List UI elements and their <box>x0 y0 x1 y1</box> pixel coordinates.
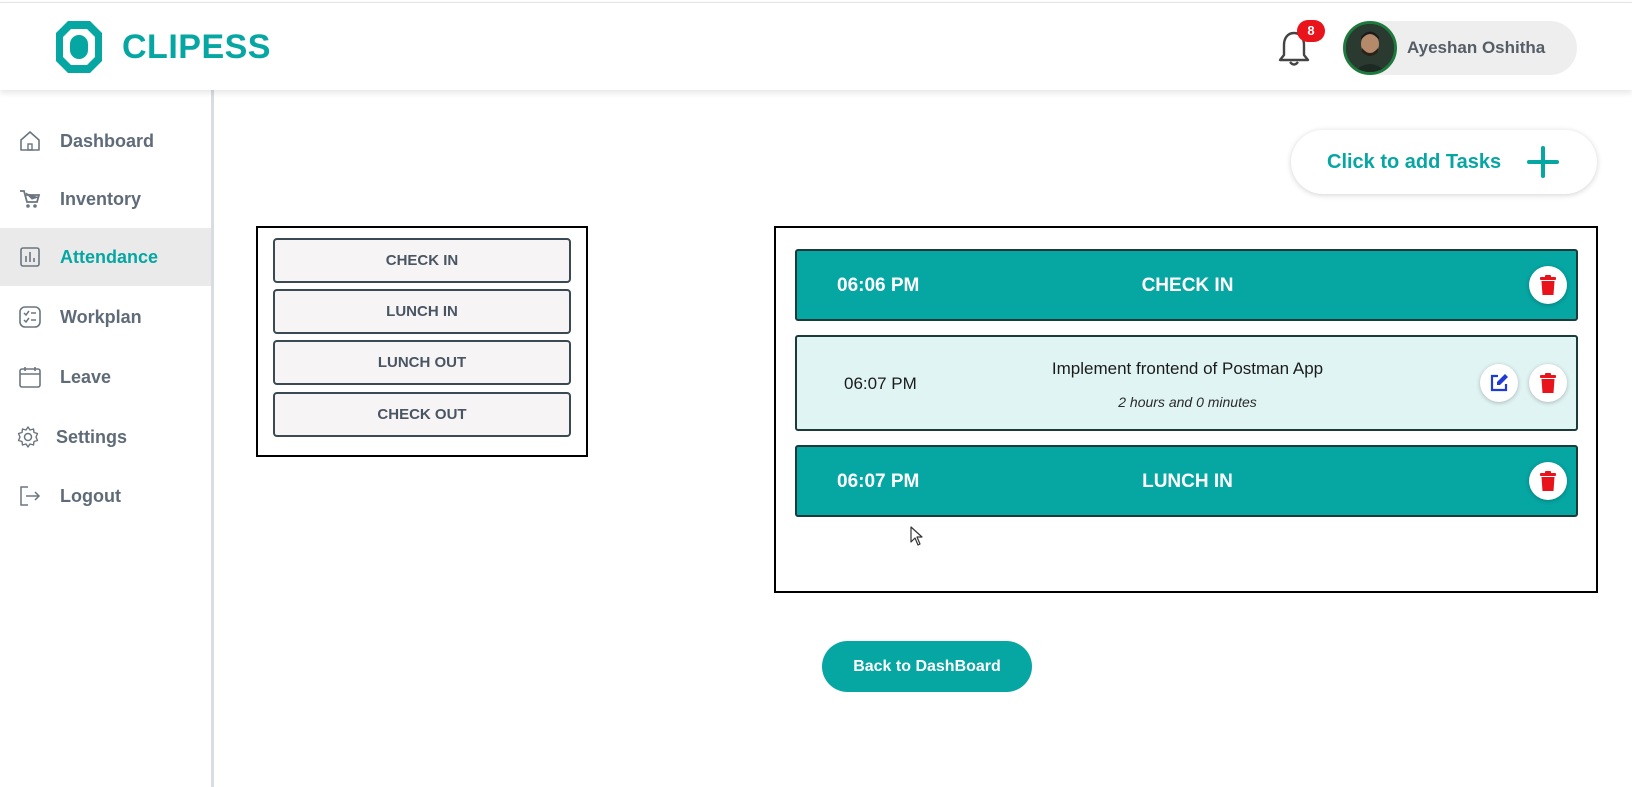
add-task-button[interactable]: Click to add Tasks <box>1291 130 1597 194</box>
cart-icon <box>20 190 41 208</box>
delete-button[interactable] <box>1529 462 1567 500</box>
sidebar-item-inventory[interactable]: Inventory <box>0 170 211 228</box>
trash-icon <box>1540 471 1556 491</box>
timeline-entry-task: 06:07 PM Implement frontend of Postman A… <box>795 335 1578 431</box>
plus-icon <box>1527 146 1559 178</box>
top-header: CLIPESS 8 Ayeshan Oshitha <box>0 2 1632 90</box>
trash-icon <box>1540 373 1556 393</box>
calendar-icon <box>19 367 41 388</box>
check-in-button[interactable]: CHECK IN <box>273 238 571 283</box>
sidebar-item-workplan[interactable]: Workplan <box>0 288 211 346</box>
sidebar-item-attendance[interactable]: Attendance <box>0 228 211 286</box>
sidebar-item-dashboard[interactable]: Dashboard <box>0 112 211 170</box>
attendance-timeline: 06:06 PM CHECK IN 06:07 PM Implement fro… <box>774 226 1598 593</box>
lunch-out-button[interactable]: LUNCH OUT <box>273 340 571 385</box>
home-icon <box>20 131 40 151</box>
entry-title: LUNCH IN <box>1142 471 1233 492</box>
sidebar-item-label: Logout <box>60 485 121 506</box>
brand-name: CLIPESS <box>122 27 271 66</box>
mouse-cursor-icon <box>910 526 923 546</box>
avatar-portrait-icon <box>1346 24 1394 72</box>
user-name: Ayeshan Oshitha <box>1407 38 1546 57</box>
delete-button[interactable] <box>1529 266 1567 304</box>
sidebar: Dashboard Inventory Attendance Workplan <box>0 90 214 787</box>
brand-logo[interactable]: CLIPESS <box>54 19 271 75</box>
timeline-entry-lunch-in: 06:07 PM LUNCH IN <box>795 445 1578 517</box>
checklist-icon <box>19 306 41 328</box>
sidebar-item-label: Workplan <box>60 306 142 327</box>
add-task-label: Click to add Tasks <box>1327 150 1502 173</box>
notification-badge: 8 <box>1297 20 1325 42</box>
edit-button[interactable] <box>1480 364 1518 402</box>
task-duration: 2 hours and 0 minutes <box>1118 394 1257 410</box>
delete-button[interactable] <box>1529 364 1567 402</box>
logo-mark-icon <box>56 21 102 73</box>
timeline-entry-check-in: 06:06 PM CHECK IN <box>795 249 1578 321</box>
sidebar-item-label: Leave <box>60 366 112 387</box>
sidebar-item-leave[interactable]: Leave <box>0 348 211 406</box>
gear-icon <box>17 426 39 448</box>
chart-icon <box>20 247 40 267</box>
sidebar-item-label: Inventory <box>60 188 142 209</box>
back-to-dashboard-button[interactable]: Back to DashBoard <box>822 641 1032 692</box>
sidebar-item-settings[interactable]: Settings <box>0 408 211 466</box>
task-title: Implement frontend of Postman App <box>1051 359 1324 378</box>
sidebar-item-logout[interactable]: Logout <box>0 467 211 525</box>
trash-icon <box>1540 275 1556 295</box>
edit-icon <box>1490 374 1508 392</box>
attendance-actions-panel: CHECK IN LUNCH IN LUNCH OUT CHECK OUT <box>256 226 588 457</box>
sidebar-item-label: Dashboard <box>60 130 155 151</box>
entry-title: CHECK IN <box>1141 275 1234 296</box>
sidebar-item-label: Attendance <box>60 246 159 267</box>
user-profile-chip[interactable]: Ayeshan Oshitha <box>1343 21 1577 75</box>
sidebar-item-label: Settings <box>56 426 128 447</box>
lunch-in-button[interactable]: LUNCH IN <box>273 289 571 334</box>
check-out-button[interactable]: CHECK OUT <box>273 392 571 437</box>
avatar <box>1343 21 1397 75</box>
logout-icon <box>20 486 41 506</box>
